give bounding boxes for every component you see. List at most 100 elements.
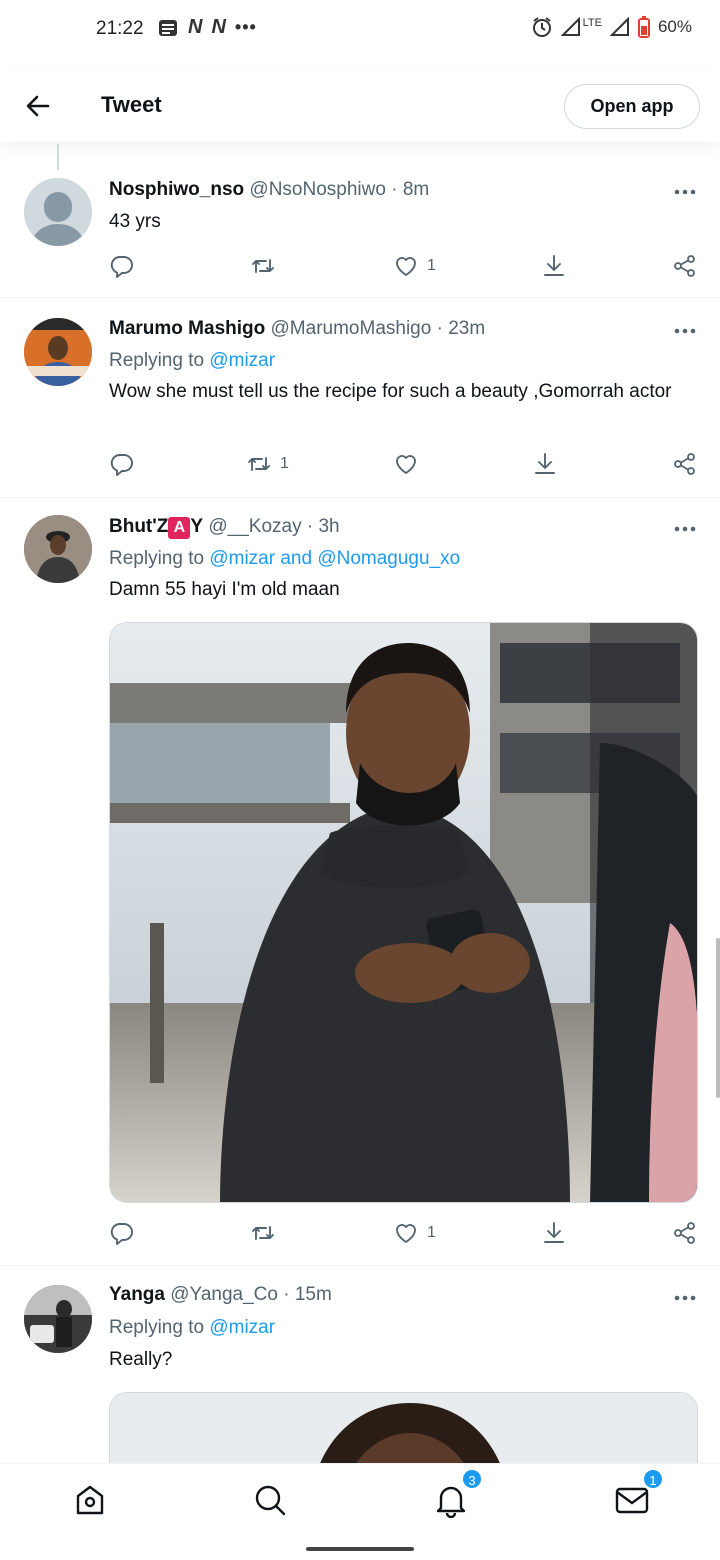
- tweet-header: Nosphiwo_nso @NsoNosphiwo · 8m: [109, 179, 429, 201]
- more-dots-icon: [674, 1295, 696, 1301]
- avatar[interactable]: [24, 515, 92, 583]
- photo-man-with-phone: [110, 623, 697, 1202]
- retweet-button[interactable]: 1: [246, 451, 289, 477]
- bell-icon: [436, 1486, 466, 1519]
- tweet[interactable]: Yanga @Yanga_Co · 15m Replying to @mizar…: [0, 1266, 720, 1463]
- signal-icon: [560, 17, 580, 36]
- battery-icon: [637, 16, 650, 38]
- separator-dot: ·: [391, 179, 398, 200]
- tweet-text: Damn 55 hayi I'm old maan: [109, 579, 340, 600]
- tweet-text: Really?: [109, 1349, 173, 1370]
- retweet-icon: [248, 457, 270, 471]
- username[interactable]: @Yanga_Co: [170, 1284, 278, 1305]
- timestamp[interactable]: 15m: [295, 1284, 332, 1305]
- reply-icon: [110, 1223, 133, 1245]
- mention-link[interactable]: @mizar: [209, 1317, 275, 1338]
- default-avatar-icon: [24, 178, 92, 246]
- download-button[interactable]: [532, 451, 558, 477]
- replying-to: Replying to @mizar: [109, 1317, 275, 1339]
- reply-button[interactable]: [109, 1220, 135, 1246]
- nav-notifications[interactable]: 3: [433, 1468, 483, 1519]
- reply-button[interactable]: [109, 451, 135, 477]
- like-count: 1: [427, 257, 436, 274]
- tweet-text: 43 yrs: [109, 211, 161, 232]
- download-icon: [544, 255, 564, 276]
- bottom-navigation: 3 1: [0, 1463, 720, 1537]
- user-photo-icon: [24, 515, 92, 583]
- like-button[interactable]: 1: [393, 253, 436, 279]
- download-button[interactable]: [541, 1220, 567, 1246]
- username[interactable]: @NsoNosphiwo: [249, 179, 386, 200]
- mention-link[interactable]: @mizar and @Nomagugu_xo: [209, 548, 460, 569]
- scrollbar[interactable]: [716, 938, 720, 1098]
- share-icon: [674, 255, 695, 277]
- share-button[interactable]: [672, 451, 698, 477]
- display-name-part: Bhut'Z: [109, 516, 169, 537]
- reply-icon: [110, 454, 133, 476]
- share-button[interactable]: [672, 253, 698, 279]
- status-bar: 21:22 N N ••• LTE 60%: [0, 0, 720, 60]
- tweet[interactable]: Bhut'Z A Y @__Kozay · 3h Replying to @miza…: [0, 498, 720, 1266]
- red-a-emoji: A: [168, 517, 191, 539]
- battery-level: 60%: [657, 17, 692, 36]
- tweet-photo[interactable]: [109, 622, 698, 1203]
- display-name[interactable]: Marumo Mashigo: [109, 318, 265, 339]
- user-photo-icon: [24, 318, 92, 386]
- tweet[interactable]: Marumo Mashigo @MarumoMashigo · 23m Repl…: [0, 298, 720, 498]
- avatar[interactable]: [24, 1285, 92, 1353]
- display-name[interactable]: Yanga: [109, 1284, 165, 1305]
- search-icon: [255, 1485, 286, 1516]
- reply-button[interactable]: [109, 253, 135, 279]
- more-options-button[interactable]: [672, 182, 698, 202]
- like-button[interactable]: [393, 451, 427, 477]
- retweet-button[interactable]: [250, 253, 284, 279]
- replying-to: Replying to @mizar: [109, 350, 275, 372]
- status-time: 21:22: [96, 18, 144, 39]
- retweet-icon: [252, 1226, 274, 1240]
- more-options-button[interactable]: [672, 321, 698, 341]
- tweet-actions: 1: [0, 1220, 720, 1250]
- nav-messages[interactable]: 1: [614, 1468, 664, 1518]
- replying-to-label: Replying to: [109, 1317, 210, 1338]
- back-button[interactable]: [22, 90, 54, 122]
- nav-search[interactable]: [252, 1482, 288, 1518]
- system-icons: LTE 60%: [531, 16, 692, 38]
- top-header: Tweet Open app: [0, 70, 720, 142]
- home-indicator[interactable]: [306, 1547, 414, 1551]
- more-options-button[interactable]: [672, 519, 698, 539]
- retweet-button[interactable]: [250, 1220, 284, 1246]
- tweet-photo[interactable]: [109, 1392, 698, 1463]
- display-name[interactable]: Nosphiwo_nso: [109, 179, 244, 200]
- nav-home[interactable]: [72, 1482, 108, 1518]
- username[interactable]: @__Kozay: [208, 516, 301, 537]
- signal-icon-2: [609, 17, 629, 36]
- share-button[interactable]: [672, 1220, 698, 1246]
- more-dots-icon: [674, 189, 696, 195]
- more-notifications-icon: •••: [234, 17, 257, 37]
- heart-icon: [396, 257, 416, 276]
- username[interactable]: @MarumoMashigo: [271, 318, 432, 339]
- open-app-button[interactable]: Open app: [564, 84, 700, 129]
- user-photo-icon: [24, 1285, 92, 1353]
- retweet-count: 1: [280, 455, 289, 472]
- download-button[interactable]: [541, 253, 567, 279]
- more-dots-icon: [674, 526, 696, 532]
- like-button[interactable]: 1: [393, 1220, 436, 1246]
- timestamp[interactable]: 23m: [448, 318, 485, 339]
- avatar[interactable]: [24, 178, 92, 246]
- app-n-icon-2: N: [211, 16, 225, 38]
- tweet[interactable]: Nosphiwo_nso @NsoNosphiwo · 8m 43 yrs 1: [0, 150, 720, 298]
- separator-dot: ·: [306, 516, 314, 537]
- messages-badge: 1: [642, 1468, 664, 1490]
- more-options-button[interactable]: [672, 1288, 698, 1308]
- replying-to-label: Replying to: [109, 350, 210, 371]
- mention-link[interactable]: @mizar: [209, 350, 275, 371]
- display-name-part: Y: [190, 516, 204, 537]
- display-name[interactable]: Bhut'Z A Y: [109, 516, 204, 539]
- timestamp[interactable]: 3h: [318, 516, 339, 537]
- alarm-icon: [532, 17, 551, 37]
- timestamp[interactable]: 8m: [403, 179, 429, 200]
- download-icon: [544, 1222, 564, 1243]
- page-title: Tweet: [101, 92, 162, 117]
- avatar[interactable]: [24, 318, 92, 386]
